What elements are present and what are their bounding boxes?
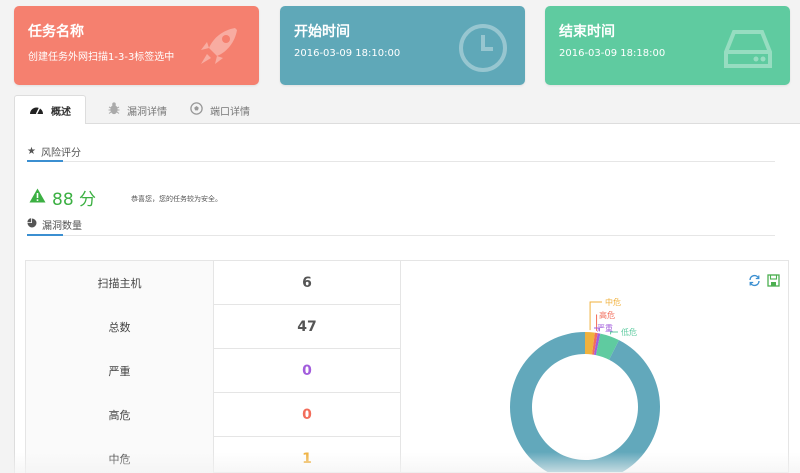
- vuln-section-title: 漏洞数量: [27, 217, 82, 232]
- table-row: 严重 0: [26, 349, 400, 393]
- hard-drive-icon: [722, 22, 774, 78]
- table-row: 扫描主机 6: [26, 261, 400, 305]
- risk-score-value: 88 分: [52, 190, 97, 210]
- tab-vuln-detail-label: 漏洞详情: [127, 106, 167, 118]
- stat-label-high: 高危: [26, 393, 214, 437]
- risk-section-accent: [27, 160, 63, 162]
- end-time-value: 2016-03-09 18:18:00: [559, 48, 666, 59]
- vuln-section-divider: [27, 234, 775, 236]
- table-row: 中危 1: [26, 437, 400, 473]
- end-time-title: 结束时间: [559, 24, 615, 40]
- start-time-card: 开始时间 2016-03-09 18:10:00: [280, 6, 525, 85]
- stat-label-critical: 严重: [26, 349, 214, 393]
- tab-port-detail[interactable]: 端口详情: [176, 95, 264, 125]
- clock-icon: [457, 22, 509, 78]
- tab-bar: 概述 漏洞详情 端口详情: [14, 91, 800, 125]
- vuln-donut-chart: 中危高危严重 低危: [510, 297, 660, 472]
- risk-section-divider: [27, 160, 775, 162]
- vuln-chart-panel: 中危 高危 严重 低危: [399, 260, 789, 473]
- bug-icon: [108, 102, 120, 118]
- stat-label-hosts: 扫描主机: [26, 261, 214, 305]
- task-name-value: 创建任务外网扫描1-3-3标签选中: [28, 52, 175, 63]
- vuln-section-label: 漏洞数量: [42, 221, 82, 232]
- stat-value-critical: 0: [302, 363, 312, 379]
- warning-icon: [29, 188, 46, 208]
- rocket-icon: [195, 22, 243, 74]
- vuln-section-accent: [27, 234, 63, 236]
- end-time-card: 结束时间 2016-03-09 18:18:00: [545, 6, 790, 85]
- tab-overview-label: 概述: [51, 106, 71, 118]
- risk-message: 恭喜您，您的任务较为安全。: [131, 195, 222, 203]
- stat-value-medium: 1: [302, 451, 312, 467]
- stat-value-high: 0: [302, 407, 312, 423]
- tab-port-detail-label: 端口详情: [210, 106, 250, 118]
- donut-slice-other[interactable]: [510, 332, 660, 472]
- dashboard-icon: [29, 103, 44, 118]
- table-row: 高危 0: [26, 393, 400, 437]
- tab-overview[interactable]: 概述: [14, 95, 86, 125]
- stat-value-hosts: 6: [302, 275, 312, 291]
- overview-content: ★ 风险评分 88 分 恭喜您，您的任务较为安全。 漏洞数量 扫描主机 6 总数…: [14, 124, 800, 473]
- start-time-title: 开始时间: [294, 24, 350, 40]
- task-detail-panel: 概述 漏洞详情 端口详情 ★ 风险评分 88 分 恭喜您，您的任务较为安全。 漏…: [14, 91, 800, 473]
- start-time-value: 2016-03-09 18:10:00: [294, 48, 401, 59]
- tab-vuln-detail[interactable]: 漏洞详情: [94, 95, 181, 125]
- football-icon: [190, 102, 203, 118]
- stat-label-total: 总数: [26, 305, 214, 349]
- donut-label: 高危: [599, 310, 615, 320]
- risk-section-title: ★ 风险评分: [27, 144, 81, 159]
- donut-label-line: [610, 331, 618, 335]
- task-name-title: 任务名称: [28, 24, 84, 40]
- donut-label: 中危: [605, 297, 621, 307]
- table-row: 总数 47: [26, 305, 400, 349]
- risk-section-label: 风险评分: [40, 148, 81, 159]
- vuln-stats-table: 扫描主机 6 总数 47 严重 0 高危 0 中危 1: [25, 260, 401, 473]
- stat-label-medium: 中危: [26, 437, 214, 473]
- risk-score: 88 分: [29, 185, 96, 210]
- pie-chart-icon: [27, 218, 37, 231]
- task-name-card: 任务名称 创建任务外网扫描1-3-3标签选中: [14, 6, 259, 85]
- stat-value-total: 47: [297, 319, 317, 335]
- star-icon: ★: [27, 146, 36, 157]
- donut-label: 低危: [621, 327, 637, 337]
